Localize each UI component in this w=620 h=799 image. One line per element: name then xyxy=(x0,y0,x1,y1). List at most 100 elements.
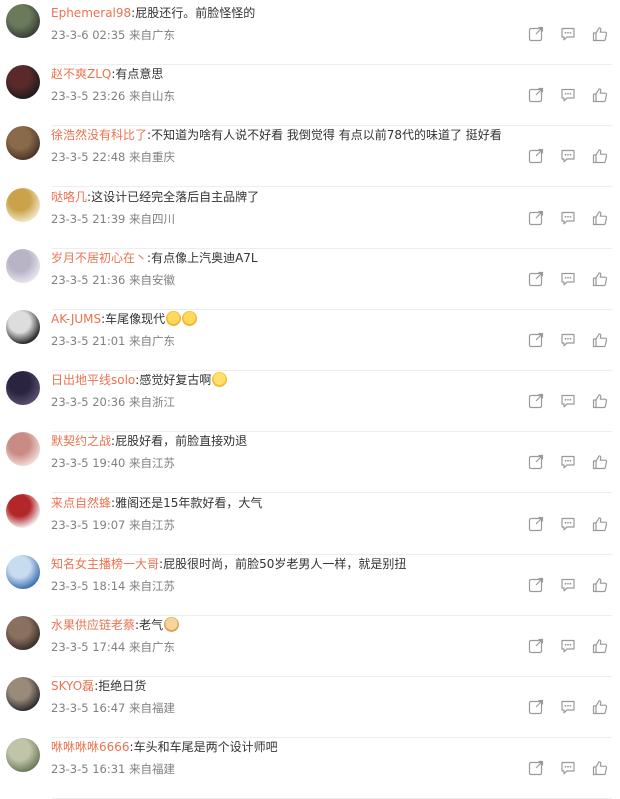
avatar[interactable] xyxy=(6,310,40,344)
share-icon[interactable] xyxy=(528,516,544,532)
reply-icon[interactable] xyxy=(560,638,576,654)
location-label: 来自广东 xyxy=(129,640,176,654)
share-icon[interactable] xyxy=(528,393,544,409)
comment-item: 徐浩然没有科比了:不知道为啥有人说不好看 我倒觉得 有点以前78代的味道了 挺好… xyxy=(0,126,620,188)
avatar[interactable] xyxy=(6,126,40,161)
username-link[interactable]: 默契约之战 xyxy=(51,434,111,448)
avatar[interactable] xyxy=(6,432,40,467)
location-label: 来自广东 xyxy=(129,334,176,348)
comment-text: 这设计已经完全落后自主品牌了 xyxy=(91,189,260,204)
comment-list: Ephemeral98:屁股还行。前脸怪怪的 23-3-6 02:35 来自广东赵… xyxy=(0,0,620,799)
reply-icon[interactable] xyxy=(560,699,576,715)
like-icon[interactable] xyxy=(592,148,608,164)
like-icon[interactable] xyxy=(592,26,608,42)
like-icon[interactable] xyxy=(592,87,608,103)
avatar[interactable] xyxy=(6,493,40,528)
username-link[interactable]: AK-JUMS xyxy=(51,312,101,326)
comment-actions xyxy=(528,760,612,778)
like-icon[interactable] xyxy=(592,699,608,715)
comment-item: 来点自然蜂:雅阁还是15年款好看，大气 23-3-5 19:07 来自江苏 xyxy=(0,493,620,555)
like-icon[interactable] xyxy=(592,760,608,776)
comment-actions xyxy=(528,332,612,350)
username-link[interactable]: 知名女主播榜一大哥 xyxy=(51,557,159,571)
comment-line: 咻咻咻咻6666:车头和车尾是两个设计师吧 xyxy=(51,739,600,755)
avatar[interactable] xyxy=(6,371,40,406)
comment-item: 知名女主播榜一大哥:屁股很时尚，前脸50岁老男人一样，就是别扭 23-3-5 18… xyxy=(0,554,620,616)
comment-actions xyxy=(528,148,612,166)
comment-meta: 23-3-5 20:36 来自浙江 xyxy=(51,394,175,410)
avatar[interactable] xyxy=(6,554,40,589)
location-label: 来自福建 xyxy=(129,762,176,777)
reply-icon[interactable] xyxy=(560,26,576,42)
share-icon[interactable] xyxy=(528,26,544,42)
timestamp: 23-3-5 19:07 xyxy=(51,517,126,532)
location-label: 来自浙江 xyxy=(129,395,176,410)
share-icon[interactable] xyxy=(528,87,544,103)
reply-icon[interactable] xyxy=(560,271,576,287)
like-icon[interactable] xyxy=(592,638,608,654)
share-icon[interactable] xyxy=(528,148,544,164)
reply-icon[interactable] xyxy=(560,87,576,103)
comment-line: 哒咯几:这设计已经完全落后自主品牌了 xyxy=(51,189,600,205)
username-link[interactable]: 水果供应链老蔡 xyxy=(51,618,135,632)
like-icon[interactable] xyxy=(592,516,608,532)
username-link[interactable]: SKYO磊 xyxy=(51,679,94,693)
comment-text: 车头和车尾是两个设计师吧 xyxy=(133,740,278,755)
location-label: 来自重庆 xyxy=(129,150,176,165)
avatar[interactable] xyxy=(6,4,40,38)
timestamp: 23-3-5 21:01 xyxy=(51,334,126,348)
comment-item: 水果供应链老蔡:老气 23-3-5 17:44 来自广东 xyxy=(0,616,620,677)
reply-icon[interactable] xyxy=(560,516,576,532)
username-link[interactable]: Ephemeral98 xyxy=(51,6,131,20)
avatar[interactable] xyxy=(6,738,40,773)
share-icon[interactable] xyxy=(528,577,544,593)
reply-icon[interactable] xyxy=(560,148,576,164)
reply-icon[interactable] xyxy=(560,332,576,348)
location-label: 来自江苏 xyxy=(129,578,176,593)
share-icon[interactable] xyxy=(528,638,544,654)
username-link[interactable]: 岁月不居初心在丶 xyxy=(51,251,147,265)
share-icon[interactable] xyxy=(528,210,544,226)
reply-icon[interactable] xyxy=(560,577,576,593)
comment-item: Ephemeral98:屁股还行。前脸怪怪的 23-3-6 02:35 来自广东 xyxy=(0,4,620,65)
comment-actions xyxy=(528,271,612,289)
like-icon[interactable] xyxy=(592,332,608,348)
username-link[interactable]: 日出地平线solo xyxy=(51,373,135,387)
reply-icon[interactable] xyxy=(560,210,576,226)
reply-icon[interactable] xyxy=(560,454,576,470)
avatar[interactable] xyxy=(6,65,40,100)
share-icon[interactable] xyxy=(528,332,544,348)
location-label: 来自安徽 xyxy=(129,272,176,287)
reply-icon[interactable] xyxy=(560,393,576,409)
username-link[interactable]: 来点自然蜂 xyxy=(51,496,111,510)
share-icon[interactable] xyxy=(528,271,544,287)
share-icon[interactable] xyxy=(528,699,544,715)
share-icon[interactable] xyxy=(528,760,544,776)
username-link[interactable]: 徐浩然没有科比了 xyxy=(51,128,147,142)
cry-laugh-emoji xyxy=(166,311,182,326)
laugh-emoji xyxy=(212,372,228,388)
comment-text: 雅阁还是15年款好看，大气 xyxy=(115,495,263,510)
like-icon[interactable] xyxy=(592,454,608,470)
comment-meta: 23-3-5 21:36 来自安徽 xyxy=(51,272,175,288)
avatar[interactable] xyxy=(6,616,40,650)
username-link[interactable]: 哒咯几 xyxy=(51,190,87,204)
like-icon[interactable] xyxy=(592,271,608,287)
username-link[interactable]: 赵不爽ZLQ xyxy=(51,67,111,81)
like-icon[interactable] xyxy=(592,393,608,409)
timestamp: 23-3-5 20:36 xyxy=(51,395,126,410)
reply-icon[interactable] xyxy=(560,760,576,776)
comment-line: 日出地平线solo:感觉好复古啊 xyxy=(51,372,600,388)
comment-text: 车尾像现代 xyxy=(105,312,166,326)
timestamp: 23-3-5 19:40 xyxy=(51,456,126,471)
like-icon[interactable] xyxy=(592,577,608,593)
avatar[interactable] xyxy=(6,677,40,712)
share-icon[interactable] xyxy=(528,454,544,470)
comment-item: SKYO磊:拒绝日货 23-3-5 16:47 来自福建 xyxy=(0,677,620,739)
username-link[interactable]: 咻咻咻咻6666 xyxy=(51,740,130,754)
avatar[interactable] xyxy=(6,187,40,222)
like-icon[interactable] xyxy=(592,210,608,226)
comment-actions xyxy=(528,516,612,534)
avatar[interactable] xyxy=(6,248,40,283)
comment-text: 拒绝日货 xyxy=(98,679,147,694)
